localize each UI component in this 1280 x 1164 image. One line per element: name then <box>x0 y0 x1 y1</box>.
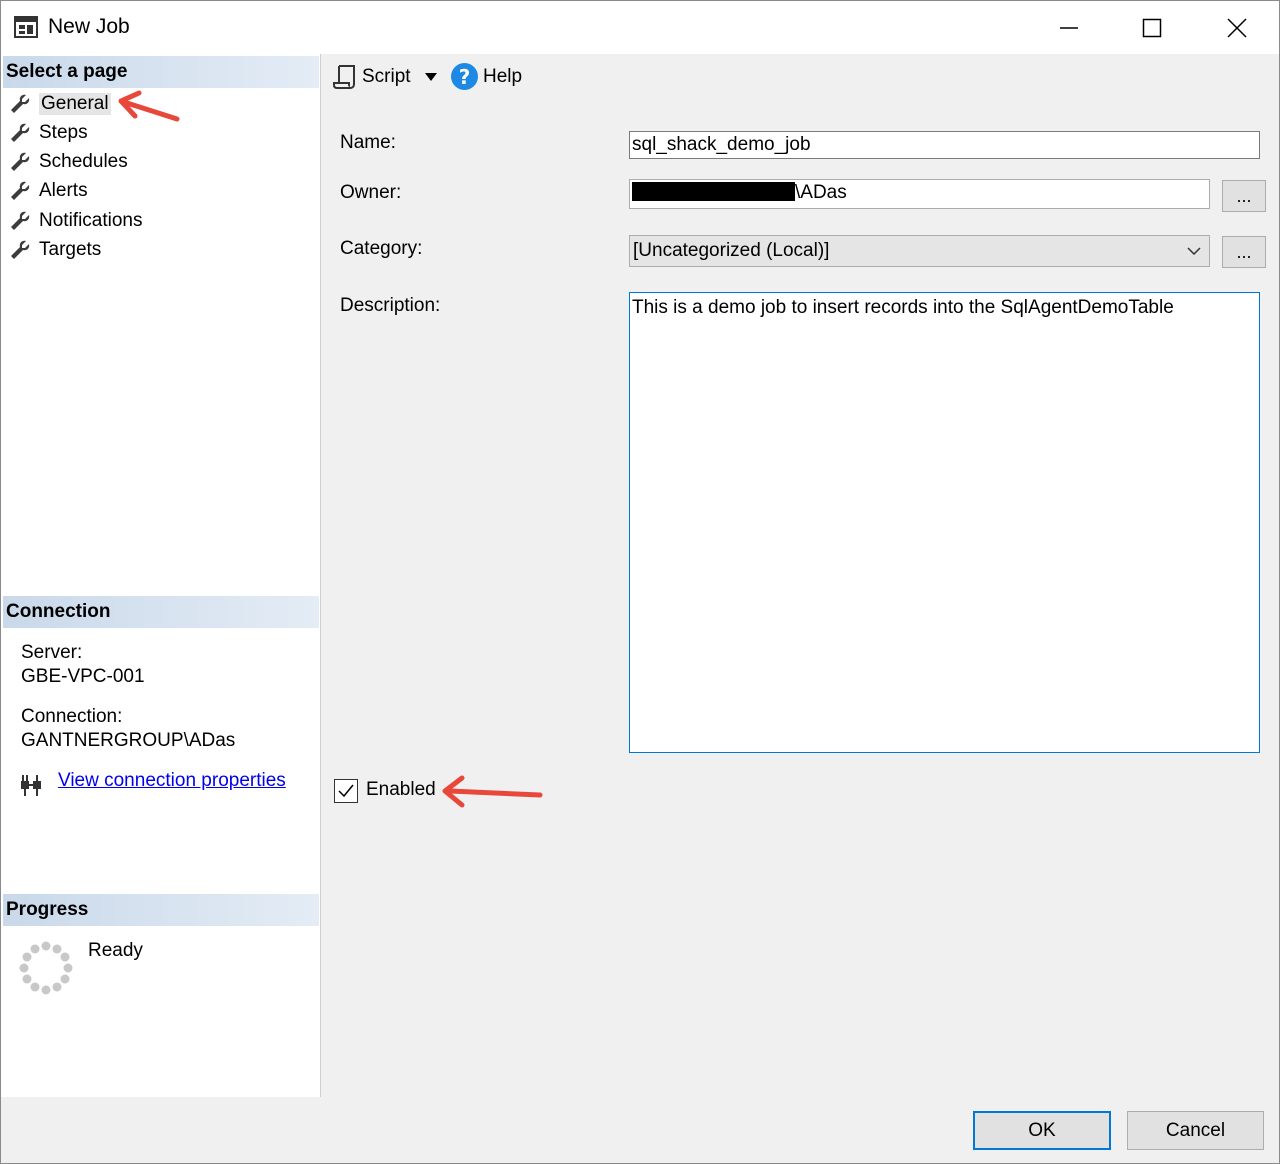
category-label: Category: <box>340 238 423 259</box>
cancel-button[interactable]: Cancel <box>1127 1111 1264 1150</box>
category-select[interactable]: [Uncategorized (Local)] <box>629 235 1210 267</box>
page-label: Steps <box>39 121 88 143</box>
connection-value: GANTNERGROUP\ADas <box>21 730 236 751</box>
description-label: Description: <box>340 295 441 316</box>
checkmark-icon <box>338 784 354 798</box>
owner-label: Owner: <box>340 182 402 203</box>
window-title: New Job <box>48 15 130 38</box>
page-label: Alerts <box>39 179 88 201</box>
connection-properties-icon <box>21 775 41 796</box>
page-steps[interactable]: Steps <box>9 119 88 146</box>
minimize-button[interactable] <box>1026 1 1112 54</box>
help-icon[interactable]: ? <box>451 63 478 90</box>
maximize-icon <box>1142 18 1162 37</box>
right-panel: Script ? Help Name: sql_shack_demo_job O… <box>321 54 1279 1097</box>
new-job-dialog: New Job Select a page General Steps Sche… <box>0 0 1280 1164</box>
title-bar: New Job <box>1 1 1279 54</box>
annotation-arrow-icon <box>118 90 180 122</box>
progress-status: Ready <box>88 940 143 961</box>
page-label: Notifications <box>39 209 143 231</box>
category-browse-button[interactable]: ... <box>1222 236 1266 268</box>
select-page-header: Select a page <box>3 56 319 88</box>
window-icon <box>14 16 38 38</box>
description-textarea[interactable]: This is a demo job to insert records int… <box>629 292 1260 753</box>
page-label: Targets <box>39 238 102 260</box>
wrench-icon <box>11 152 30 171</box>
page-general[interactable]: General <box>9 90 111 117</box>
connection-label: Connection: <box>21 706 123 727</box>
wrench-icon <box>11 181 30 200</box>
chevron-down-icon[interactable] <box>425 73 437 81</box>
progress-spinner-icon <box>19 941 73 995</box>
server-value: GBE-VPC-001 <box>21 666 145 687</box>
owner-browse-button[interactable]: ... <box>1222 180 1266 212</box>
page-notifications[interactable]: Notifications <box>9 207 143 234</box>
category-value: [Uncategorized (Local)] <box>633 240 830 261</box>
chevron-down-icon <box>1187 247 1201 256</box>
script-button[interactable]: Script <box>362 66 411 88</box>
progress-header: Progress <box>3 894 319 926</box>
ok-button[interactable]: OK <box>973 1111 1111 1150</box>
enabled-label[interactable]: Enabled <box>366 779 436 801</box>
owner-input[interactable]: \ADas <box>629 179 1210 209</box>
script-icon[interactable] <box>333 64 357 90</box>
name-input[interactable]: sql_shack_demo_job <box>629 131 1260 159</box>
view-connection-properties-link[interactable]: View connection properties <box>58 770 286 792</box>
wrench-icon <box>11 123 30 142</box>
general-page-form: Name: sql_shack_demo_job Owner: \ADas ..… <box>322 119 1279 1094</box>
dialog-footer: OK Cancel <box>1 1097 1279 1163</box>
close-icon <box>1227 17 1247 38</box>
wrench-icon <box>11 94 30 113</box>
close-button[interactable] <box>1194 1 1279 54</box>
enabled-checkbox[interactable] <box>334 779 358 803</box>
redacted-block <box>632 182 795 201</box>
page-targets[interactable]: Targets <box>9 236 101 263</box>
owner-value: \ADas <box>795 182 847 203</box>
page-label: Schedules <box>39 150 128 172</box>
page-schedules[interactable]: Schedules <box>9 148 128 175</box>
help-button[interactable]: Help <box>483 66 522 88</box>
wrench-icon <box>11 240 30 259</box>
server-label: Server: <box>21 642 83 663</box>
connection-header: Connection <box>3 596 319 628</box>
minimize-icon <box>1060 26 1078 29</box>
toolbar: Script ? Help <box>321 54 1279 102</box>
page-label: General <box>39 92 111 115</box>
wrench-icon <box>11 211 30 230</box>
name-label: Name: <box>340 132 396 153</box>
maximize-button[interactable] <box>1109 1 1195 54</box>
annotation-arrow-icon <box>442 775 543 808</box>
page-alerts[interactable]: Alerts <box>9 177 88 204</box>
left-panel: Select a page General Steps Schedules Al… <box>1 54 321 1097</box>
